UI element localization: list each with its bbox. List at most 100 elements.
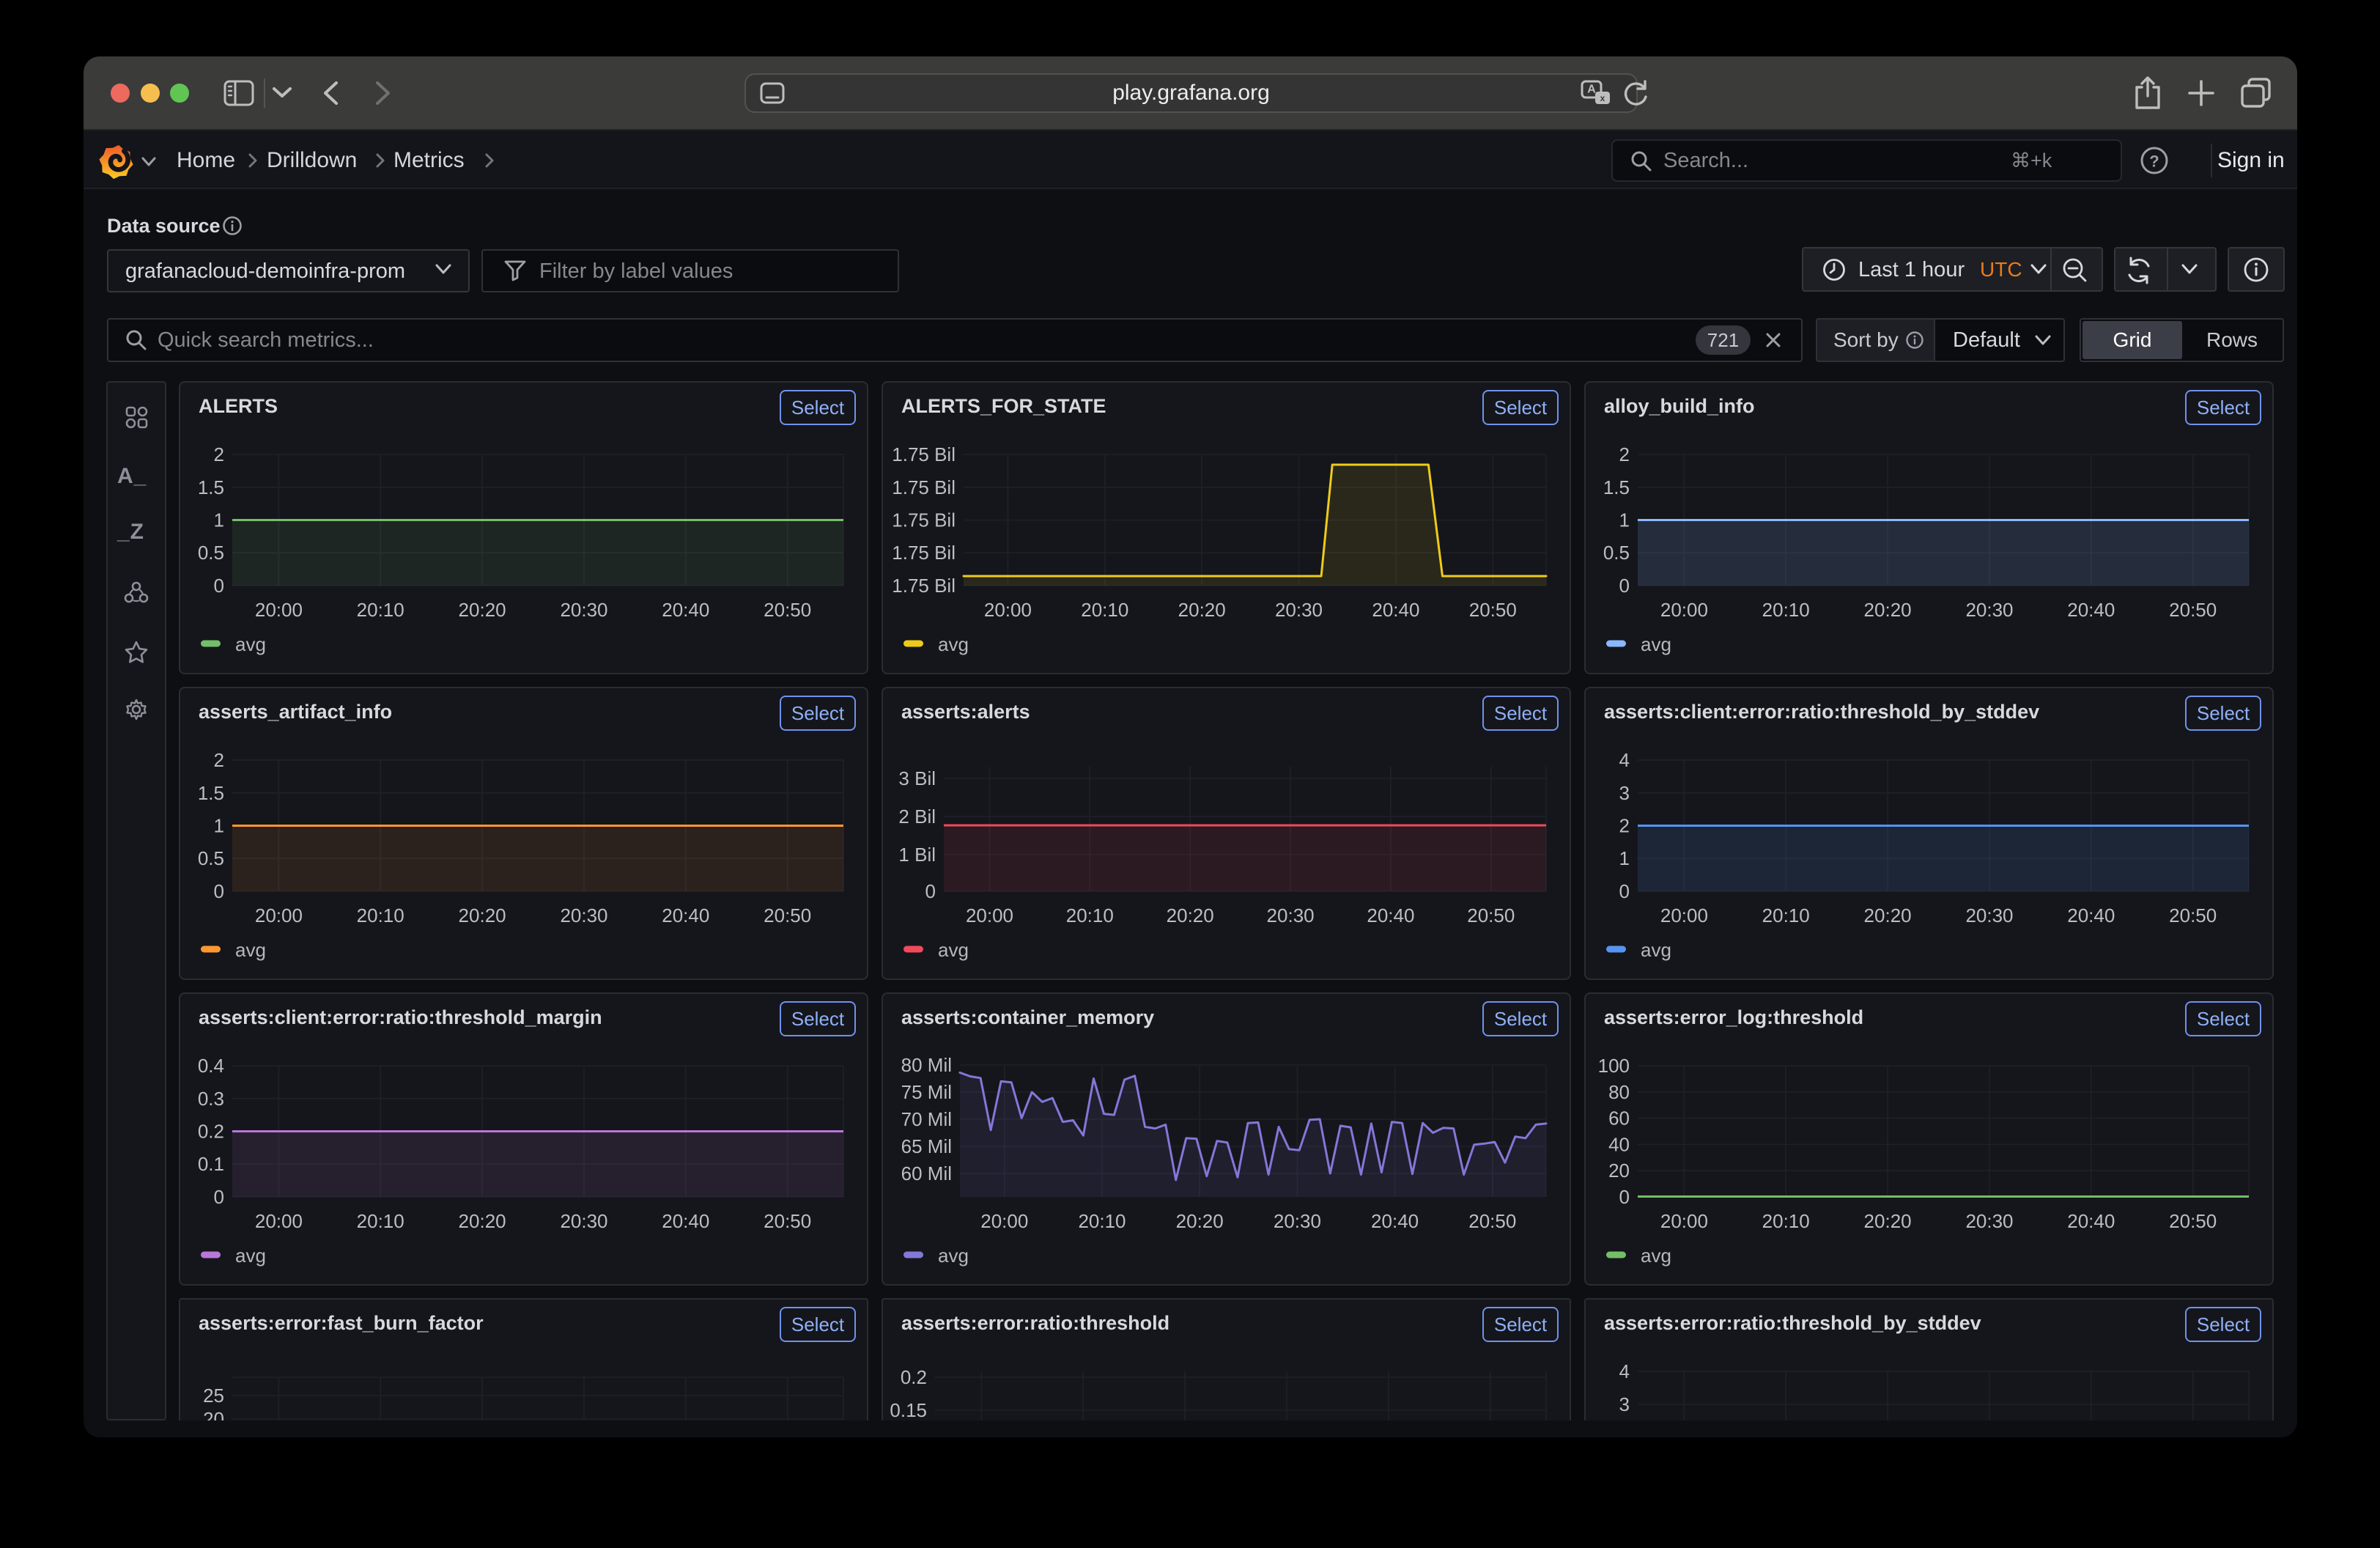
svg-text:20:20: 20:20 bbox=[459, 1210, 506, 1232]
svg-text:1.75 Bil: 1.75 Bil bbox=[892, 542, 956, 564]
svg-text:20:40: 20:40 bbox=[2067, 1210, 2115, 1232]
svg-text:avg: avg bbox=[938, 1245, 969, 1267]
svg-text:?: ? bbox=[2149, 152, 2159, 171]
svg-text:80: 80 bbox=[1608, 1081, 1630, 1103]
svg-text:20:40: 20:40 bbox=[1371, 1210, 1419, 1232]
svg-text:avg: avg bbox=[1641, 1245, 1671, 1267]
svg-text:20:00: 20:00 bbox=[984, 599, 1032, 621]
svg-text:0: 0 bbox=[1619, 1186, 1630, 1208]
svg-text:1.5: 1.5 bbox=[198, 782, 224, 804]
svg-text:0.2: 0.2 bbox=[901, 1366, 927, 1388]
svg-text:0.1: 0.1 bbox=[198, 1153, 224, 1175]
svg-text:20:50: 20:50 bbox=[764, 1210, 811, 1232]
svg-text:20:20: 20:20 bbox=[1176, 1210, 1224, 1232]
svg-text:20:20: 20:20 bbox=[1864, 599, 1912, 621]
svg-text:0.4: 0.4 bbox=[198, 1055, 224, 1077]
svg-text:20: 20 bbox=[1608, 1160, 1630, 1182]
svg-text:20:40: 20:40 bbox=[662, 904, 709, 926]
svg-text:70 Mil: 70 Mil bbox=[901, 1108, 952, 1130]
svg-text:20:50: 20:50 bbox=[2169, 1210, 2217, 1232]
svg-text:0.2: 0.2 bbox=[198, 1121, 224, 1143]
svg-text:0.5: 0.5 bbox=[198, 847, 224, 869]
svg-text:0.5: 0.5 bbox=[1603, 542, 1630, 564]
svg-text:avg: avg bbox=[1641, 633, 1671, 655]
svg-text:20:10: 20:10 bbox=[1762, 599, 1810, 621]
svg-text:4: 4 bbox=[1619, 749, 1630, 771]
svg-text:0: 0 bbox=[925, 880, 936, 902]
svg-text:0: 0 bbox=[214, 880, 224, 902]
svg-text:1: 1 bbox=[1619, 847, 1630, 869]
svg-text:20:50: 20:50 bbox=[2169, 599, 2217, 621]
svg-text:20:10: 20:10 bbox=[1066, 904, 1114, 926]
svg-text:20:40: 20:40 bbox=[1367, 904, 1414, 926]
svg-text:25: 25 bbox=[203, 1385, 224, 1407]
svg-text:0: 0 bbox=[1619, 880, 1630, 902]
svg-text:20:00: 20:00 bbox=[1660, 904, 1708, 926]
svg-text:1.75 Bil: 1.75 Bil bbox=[892, 575, 956, 597]
svg-text:20:00: 20:00 bbox=[255, 904, 303, 926]
svg-text:20:40: 20:40 bbox=[662, 599, 709, 621]
svg-text:20:00: 20:00 bbox=[255, 1210, 303, 1232]
svg-text:20:00: 20:00 bbox=[980, 1210, 1028, 1232]
svg-text:0: 0 bbox=[214, 575, 224, 597]
svg-text:1: 1 bbox=[1619, 509, 1630, 531]
svg-text:20:00: 20:00 bbox=[1660, 599, 1708, 621]
svg-text:20:20: 20:20 bbox=[1864, 904, 1912, 926]
svg-text:2: 2 bbox=[1619, 815, 1630, 837]
svg-text:1 Bil: 1 Bil bbox=[898, 844, 936, 866]
svg-text:20:40: 20:40 bbox=[1372, 599, 1419, 621]
svg-text:20:20: 20:20 bbox=[459, 599, 506, 621]
svg-text:20:30: 20:30 bbox=[560, 904, 607, 926]
svg-text:20:10: 20:10 bbox=[1762, 904, 1810, 926]
svg-text:20:30: 20:30 bbox=[1965, 904, 2013, 926]
svg-text:2: 2 bbox=[214, 749, 224, 771]
svg-text:0: 0 bbox=[214, 1186, 224, 1208]
svg-text:1: 1 bbox=[214, 509, 224, 531]
svg-text:20:50: 20:50 bbox=[1467, 904, 1515, 926]
svg-text:avg: avg bbox=[938, 633, 969, 655]
svg-text:20:10: 20:10 bbox=[357, 1210, 404, 1232]
svg-text:20:50: 20:50 bbox=[1469, 599, 1517, 621]
svg-text:1.75 Bil: 1.75 Bil bbox=[892, 509, 956, 531]
svg-text:20:00: 20:00 bbox=[1660, 1210, 1708, 1232]
svg-text:20:20: 20:20 bbox=[1864, 1210, 1912, 1232]
svg-text:20:20: 20:20 bbox=[1167, 904, 1214, 926]
svg-text:20:50: 20:50 bbox=[764, 904, 811, 926]
svg-text:20:10: 20:10 bbox=[1081, 599, 1128, 621]
svg-text:avg: avg bbox=[235, 1245, 266, 1267]
svg-text:x: x bbox=[1600, 93, 1605, 103]
svg-text:avg: avg bbox=[1641, 939, 1671, 961]
svg-text:1.75 Bil: 1.75 Bil bbox=[892, 443, 956, 465]
svg-text:20:50: 20:50 bbox=[2169, 904, 2217, 926]
svg-text:20:20: 20:20 bbox=[459, 904, 506, 926]
svg-text:0: 0 bbox=[1619, 575, 1630, 597]
svg-text:0.5: 0.5 bbox=[198, 542, 224, 564]
svg-text:20:10: 20:10 bbox=[1762, 1210, 1810, 1232]
svg-text:3: 3 bbox=[1619, 782, 1630, 804]
svg-text:20:40: 20:40 bbox=[2067, 599, 2115, 621]
svg-text:3: 3 bbox=[1619, 1393, 1630, 1415]
svg-text:avg: avg bbox=[938, 939, 969, 961]
svg-text:20:00: 20:00 bbox=[966, 904, 1013, 926]
svg-text:80 Mil: 80 Mil bbox=[901, 1054, 952, 1076]
svg-text:75 Mil: 75 Mil bbox=[901, 1081, 952, 1103]
svg-text:20:50: 20:50 bbox=[1468, 1210, 1516, 1232]
svg-text:40: 40 bbox=[1608, 1133, 1630, 1155]
svg-text:1.75 Bil: 1.75 Bil bbox=[892, 476, 956, 498]
svg-text:20:30: 20:30 bbox=[1267, 904, 1315, 926]
svg-text:20: 20 bbox=[203, 1408, 224, 1420]
svg-text:2: 2 bbox=[1619, 443, 1630, 465]
svg-text:A: A bbox=[1587, 84, 1596, 96]
svg-text:20:30: 20:30 bbox=[1965, 1210, 2013, 1232]
svg-text:20:30: 20:30 bbox=[560, 599, 607, 621]
svg-text:1.5: 1.5 bbox=[198, 476, 224, 498]
svg-text:20:30: 20:30 bbox=[1275, 599, 1323, 621]
svg-text:65 Mil: 65 Mil bbox=[901, 1135, 952, 1157]
svg-text:avg: avg bbox=[235, 939, 266, 961]
svg-text:20:30: 20:30 bbox=[1965, 599, 2013, 621]
svg-text:20:10: 20:10 bbox=[357, 599, 404, 621]
svg-text:20:30: 20:30 bbox=[560, 1210, 607, 1232]
svg-text:2 Bil: 2 Bil bbox=[898, 806, 936, 828]
svg-text:0.3: 0.3 bbox=[198, 1088, 224, 1110]
svg-text:1.5: 1.5 bbox=[1603, 476, 1630, 498]
